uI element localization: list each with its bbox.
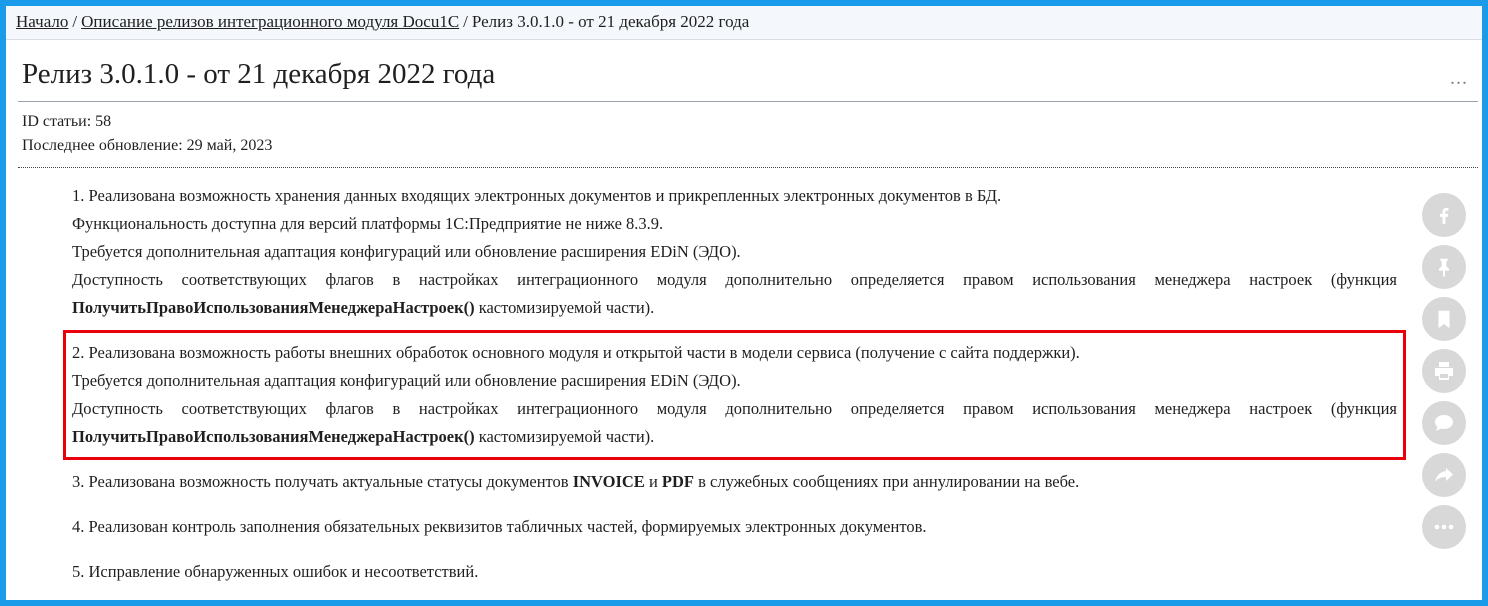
article-id: ID статьи: 58 (22, 113, 112, 130)
item-text: кастомизируемой части). (474, 427, 655, 446)
release-item-3: 3. Реализована возможность получать акту… (72, 468, 1397, 496)
comment-icon[interactable] (1422, 401, 1466, 445)
format-invoice: INVOICE (572, 472, 645, 491)
item-text: в служебных сообщениях при аннулировании… (693, 472, 1080, 491)
function-name: ПолучитьПравоИспользованияМенеджераНастр… (72, 427, 475, 446)
format-pdf: PDF (661, 472, 694, 491)
breadcrumb-separator: / (72, 12, 78, 31)
facebook-icon[interactable] (1422, 193, 1466, 237)
item-line: 5. Исправление обнаруженных ошибок и нес… (72, 562, 479, 581)
more-icon[interactable] (1422, 505, 1466, 549)
bookmark-icon[interactable] (1422, 297, 1466, 341)
page-frame: Начало / Описание релизов интеграционного … (6, 6, 1482, 600)
pin-icon[interactable] (1422, 245, 1466, 289)
article-meta: ID статьи: 58 Последнее обновление: 29 м… (22, 110, 272, 158)
item-line: Требуется дополнительная адаптация конфи… (72, 371, 741, 390)
item-line: 2. Реализована возможность работы внешни… (72, 343, 1080, 362)
release-item-1: 1. Реализована возможность хранения данн… (72, 182, 1397, 322)
more-options-button[interactable]: ... (1450, 68, 1468, 88)
item-line: 3. Реализована возможность получать акту… (72, 468, 1397, 496)
item-text: и (644, 472, 662, 491)
item-line: Требуется дополнительная адаптация конфи… (72, 242, 741, 261)
breadcrumb-home-link[interactable]: Начало (16, 12, 68, 31)
share-toolbar (1422, 193, 1466, 557)
item-line: 4. Реализован контроль заполнения обязат… (72, 517, 927, 536)
title-divider (18, 101, 1478, 102)
page-title: Релиз 3.0.1.0 - от 21 декабря 2022 года (22, 58, 496, 90)
release-item-5: 5. Исправление обнаруженных ошибок и нес… (72, 558, 1397, 586)
print-icon[interactable] (1422, 349, 1466, 393)
item-line: Доступность соответствующих флагов в нас… (72, 395, 1397, 451)
item-text: кастомизируемой части). (474, 298, 655, 317)
article-body: 1. Реализована возможность хранения данн… (63, 182, 1406, 600)
article-updated: Последнее обновление: 29 май, 2023 (22, 137, 273, 154)
item-line: Доступность соответствующих флагов в нас… (72, 266, 1397, 322)
item-line: Функциональность доступна для версий пла… (72, 214, 664, 233)
meta-divider (18, 167, 1478, 168)
share-icon[interactable] (1422, 453, 1466, 497)
item-line: 1. Реализована возможность хранения данн… (72, 186, 1002, 205)
release-item-2-highlighted: 2. Реализована возможность работы внешни… (63, 330, 1406, 460)
breadcrumb-separator: / (463, 12, 468, 31)
breadcrumb-section-link[interactable]: Описание релизов интеграционного модуля … (81, 12, 459, 31)
release-item-4: 4. Реализован контроль заполнения обязат… (72, 513, 1397, 541)
item-text: 3. Реализована возможность получать акту… (72, 472, 573, 491)
item-text: Доступность соответствующих флагов в нас… (72, 399, 1397, 418)
breadcrumb-current: Релиз 3.0.1.0 - от 21 декабря 2022 года (471, 12, 750, 31)
breadcrumb: Начало / Описание релизов интеграционного … (6, 6, 1482, 40)
item-text: Доступность соответствующих флагов в нас… (72, 270, 1397, 289)
function-name: ПолучитьПравоИспользованияМенеджераНастр… (72, 298, 475, 317)
